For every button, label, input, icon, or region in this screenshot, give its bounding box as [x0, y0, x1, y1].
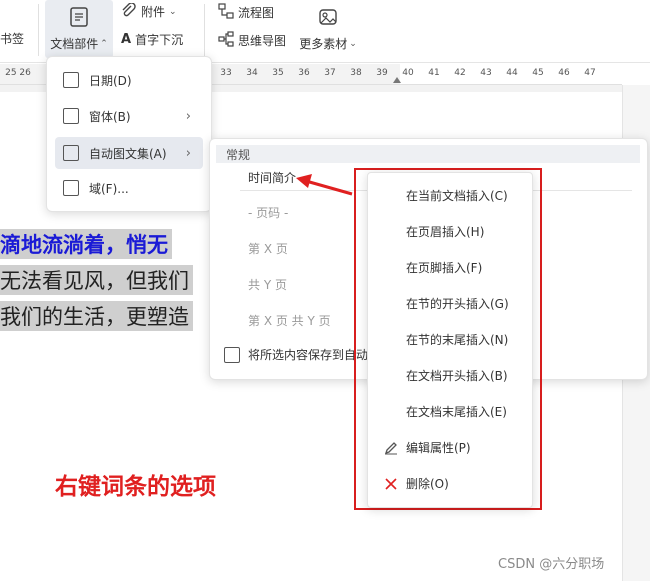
close-icon	[385, 477, 397, 490]
material-icon	[317, 6, 339, 31]
menu-item-date[interactable]: 日期(D)	[55, 67, 203, 93]
pencil-icon	[384, 441, 397, 454]
autotext-entry[interactable]: 共 Y 页	[248, 276, 287, 293]
insert-doc-start-item[interactable]: 在文档开头插入(B)	[406, 367, 508, 384]
autotext-group-header: 常规	[226, 148, 251, 162]
chevron-down-icon: ⌄	[169, 6, 177, 17]
ruler-number: 38	[350, 68, 362, 78]
attachment-label: 附件	[141, 5, 166, 19]
save-selection-label: 将所选内容保存到自动	[248, 348, 369, 362]
chevron-right-icon: ›	[185, 145, 191, 161]
menu-item-form[interactable]: 窗体(B) ›	[55, 103, 203, 129]
autotext-icon	[63, 145, 79, 161]
field-icon	[63, 180, 79, 196]
more-material-label: 更多素材	[299, 37, 348, 51]
ribbon-toolbar: 书签 文档部件 ⌃ 附件 ⌄ A 首字下沉 流程图 思维导图 更多素材 ⌄	[0, 0, 650, 63]
save-selection-button[interactable]: 将所选内容保存到自动	[224, 346, 368, 363]
autotext-entry[interactable]: 时间简介	[248, 169, 296, 186]
edit-properties-label: 编辑属性(P)	[406, 441, 471, 455]
watermark-text: CSDN @六分职场	[498, 557, 605, 572]
chevron-right-icon: ›	[185, 108, 191, 124]
ruler-number: 42	[454, 68, 466, 78]
ruler-number: 37	[324, 68, 336, 78]
indent-marker-icon[interactable]	[393, 77, 401, 83]
annotation-caption: 右键词条的选项	[55, 474, 216, 500]
autotext-group-header-bg	[216, 145, 640, 163]
insert-current-doc-item[interactable]: 在当前文档插入(C)	[406, 187, 508, 204]
ruler-number: 46	[558, 68, 570, 78]
drop-cap-button[interactable]: A 首字下沉	[121, 31, 183, 48]
bookmark-button[interactable]: 书签	[0, 30, 24, 47]
ruler-number: 35	[272, 68, 284, 78]
doc-parts-button[interactable]: 文档部件 ⌃	[45, 0, 113, 58]
autotext-entry[interactable]: 第 X 页	[248, 240, 288, 257]
insert-header-item[interactable]: 在页眉插入(H)	[406, 223, 484, 240]
ruler-number: 34	[246, 68, 258, 78]
menu-item-field[interactable]: 域(F)...	[55, 175, 203, 201]
drop-cap-icon: A	[121, 32, 132, 47]
mindmap-icon	[218, 31, 234, 50]
ruler-number: 40	[402, 68, 414, 78]
ribbon-divider	[38, 4, 39, 56]
attachment-button[interactable]: 附件 ⌄	[121, 2, 177, 20]
insert-footer-item[interactable]: 在页脚插入(F)	[406, 259, 482, 276]
bookmark-label: 书签	[0, 32, 25, 46]
ruler-number: 44	[506, 68, 518, 78]
menu-item-label: 窗体(B)	[89, 109, 131, 124]
menu-item-autotext[interactable]: 自动图文集(A) ›	[55, 137, 203, 169]
ruler-left-number: 25 26	[5, 68, 31, 78]
autotext-entry[interactable]: 第 X 页 共 Y 页	[248, 312, 331, 329]
doc-parts-label: 文档部件	[50, 37, 99, 51]
insert-section-end-item[interactable]: 在节的末尾插入(N)	[406, 331, 508, 348]
ruler-number: 41	[428, 68, 440, 78]
doc-parts-menu: 日期(D) 窗体(B) › 自动图文集(A) › 域(F)...	[46, 56, 212, 212]
form-icon	[63, 108, 79, 124]
flowchart-label: 流程图	[238, 6, 275, 20]
insert-section-start-item[interactable]: 在节的开头插入(G)	[406, 295, 509, 312]
document-text-line[interactable]: 滴地流淌着，悄无	[0, 229, 172, 259]
chevron-down-icon: ⌄	[349, 38, 357, 49]
delete-label: 删除(O)	[406, 477, 449, 491]
ruler-number: 47	[584, 68, 596, 78]
arrow-annotation-icon	[296, 174, 353, 196]
flowchart-icon	[218, 3, 234, 22]
entry-context-menu: 在当前文档插入(C) 在页眉插入(H) 在页脚插入(F) 在节的开头插入(G) …	[367, 172, 533, 508]
insert-doc-end-item[interactable]: 在文档末尾插入(E)	[406, 403, 507, 420]
ruler-number: 39	[376, 68, 388, 78]
mindmap-button[interactable]: 思维导图	[218, 31, 286, 50]
mindmap-label: 思维导图	[238, 34, 287, 48]
document-text-line[interactable]: 无法看见风，但我们	[0, 265, 193, 295]
flowchart-button[interactable]: 流程图	[218, 3, 274, 22]
ruler-number: 43	[480, 68, 492, 78]
ribbon-divider	[204, 4, 205, 56]
delete-item[interactable]: 删除(O)	[384, 475, 449, 492]
document-text-line[interactable]: 我们的生活，更塑造	[0, 301, 193, 331]
paperclip-icon	[121, 2, 137, 20]
drop-cap-label: 首字下沉	[135, 33, 184, 47]
ruler-number: 36	[298, 68, 310, 78]
save-to-autotext-icon	[224, 346, 240, 363]
ruler-number: 45	[532, 68, 544, 78]
ruler-number: 33	[220, 68, 232, 78]
chevron-up-icon: ⌃	[100, 38, 108, 49]
edit-properties-item[interactable]: 编辑属性(P)	[384, 439, 471, 456]
calendar-icon	[63, 72, 79, 88]
autotext-entry[interactable]: - 页码 -	[248, 204, 288, 221]
menu-item-label: 日期(D)	[89, 73, 132, 88]
more-material-button[interactable]: 更多素材 ⌄	[299, 0, 357, 58]
menu-item-label: 自动图文集(A)	[89, 146, 167, 161]
menu-item-label: 域(F)...	[89, 181, 129, 196]
doc-parts-icon	[68, 6, 90, 31]
